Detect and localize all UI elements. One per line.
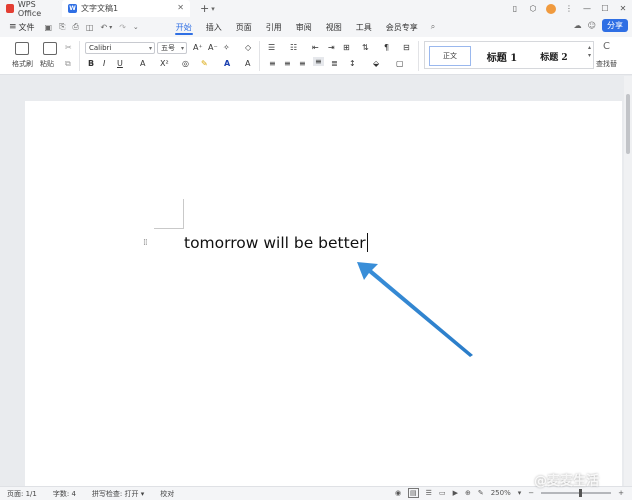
zoom-out-icon[interactable]: − (528, 489, 534, 497)
word-count[interactable]: 字数: 4 (53, 489, 76, 499)
proofread-button[interactable]: 校对 (160, 489, 174, 499)
annotation-arrow (357, 262, 473, 357)
zoom-slider-knob[interactable] (579, 489, 583, 497)
zoom-in-icon[interactable]: + (618, 489, 624, 497)
web-view-icon[interactable]: ▭ (439, 489, 446, 497)
outline-view-icon[interactable]: ☰ (426, 489, 432, 497)
edit-icon[interactable]: ✎ (478, 489, 484, 497)
globe-icon[interactable]: ⊕ (465, 489, 471, 497)
scrollbar-thumb[interactable] (626, 94, 630, 154)
status-right-tools: ◉ ▤ ☰ ▭ ▶ ⊕ ✎ 250% ▾ − + (395, 488, 624, 498)
page-view-icon[interactable]: ▤ (408, 488, 419, 498)
eye-protect-icon[interactable]: ◉ (395, 489, 401, 497)
read-mode-icon[interactable]: ▶ (453, 489, 458, 497)
zoom-value[interactable]: 250% (491, 489, 511, 497)
annotation-arrow-shape (357, 262, 473, 357)
zoom-dropdown-icon[interactable]: ▾ (518, 489, 522, 497)
zoom-slider[interactable] (541, 489, 612, 497)
watermark: @麦麦生活 (534, 474, 600, 489)
vertical-scrollbar[interactable] (624, 76, 632, 486)
page-indicator[interactable]: 页面: 1/1 (7, 489, 37, 499)
spell-check-toggle[interactable]: 拼写检查: 打开 ▾ (92, 489, 144, 499)
spell-check-label: 拼写检查: 打开 (91, 489, 139, 498)
